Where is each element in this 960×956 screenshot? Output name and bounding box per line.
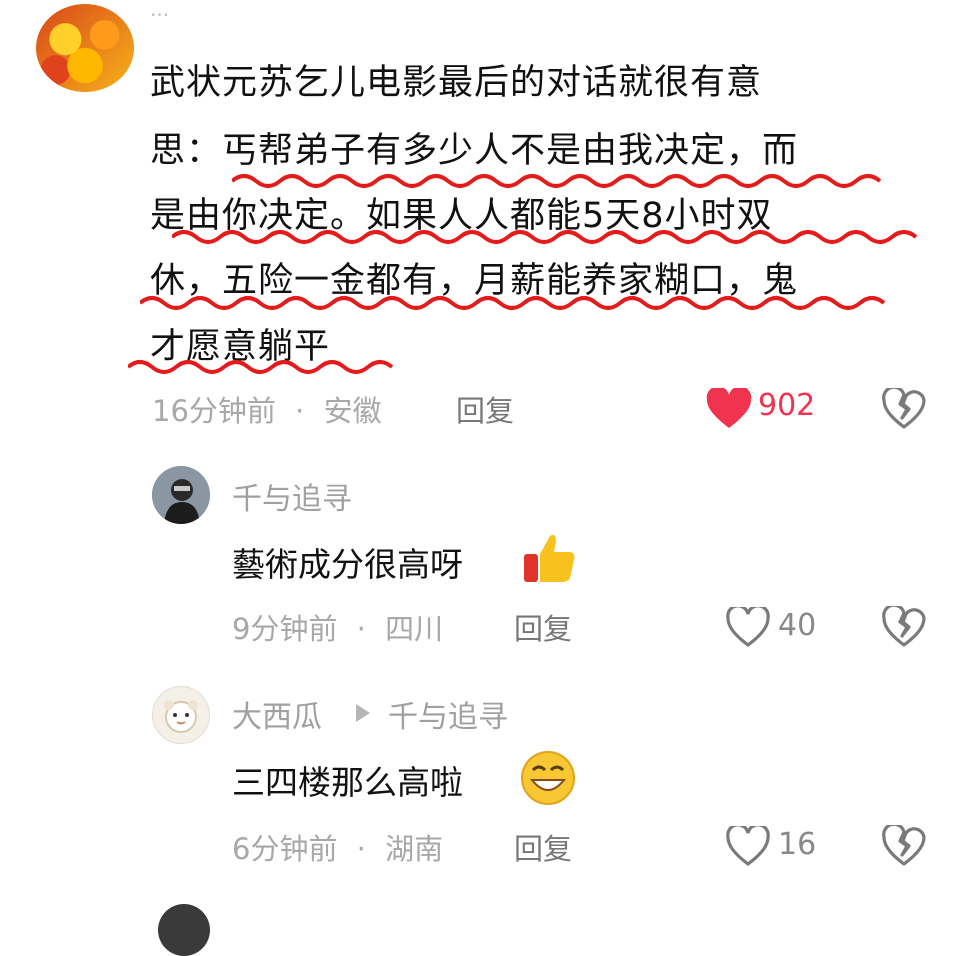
reply-avatar[interactable] bbox=[152, 466, 210, 524]
like-count: 902 bbox=[758, 388, 816, 423]
reply-avatar[interactable] bbox=[158, 904, 210, 956]
wavy-underline bbox=[172, 230, 918, 244]
dislike-broken-heart-icon[interactable] bbox=[882, 606, 926, 648]
like-count: 16 bbox=[778, 827, 817, 862]
comment-location: 安徽 bbox=[323, 394, 382, 428]
dislike-broken-heart-icon[interactable] bbox=[882, 825, 926, 867]
reply-button[interactable]: 回复 bbox=[514, 606, 572, 648]
dislike-broken-heart-icon[interactable] bbox=[882, 388, 926, 430]
wavy-underline bbox=[128, 360, 394, 374]
reply-button[interactable]: 回复 bbox=[456, 388, 514, 430]
reply-arrow-icon bbox=[354, 702, 372, 724]
meta-separator: · bbox=[356, 832, 366, 866]
thumbs-up-icon bbox=[520, 530, 578, 586]
comment-line: 武状元苏乞儿电影最后的对话就很有意 bbox=[150, 63, 763, 103]
reply-author[interactable]: 大西瓜 bbox=[232, 692, 322, 736]
heart-filled-icon[interactable] bbox=[706, 388, 752, 430]
main-comment-meta: 16分钟前 · 安徽 bbox=[152, 388, 382, 430]
comment-time: 6分钟前 bbox=[232, 832, 338, 866]
meta-separator: · bbox=[356, 612, 366, 646]
comment-location: 湖南 bbox=[385, 832, 444, 866]
heart-outline-icon[interactable] bbox=[726, 826, 770, 866]
reply-text: 三四楼那么高啦 bbox=[232, 763, 463, 802]
reply-avatar[interactable] bbox=[152, 686, 210, 744]
like-count: 40 bbox=[778, 608, 817, 643]
reply-author[interactable]: 千与追寻 bbox=[232, 474, 352, 518]
comment-location: 四川 bbox=[385, 612, 444, 646]
meta-separator: · bbox=[295, 394, 305, 428]
reply-button[interactable]: 回复 bbox=[514, 826, 572, 868]
wavy-underline bbox=[140, 296, 886, 310]
comment-time: 16分钟前 bbox=[152, 394, 276, 428]
reply-to-name[interactable]: 千与追寻 bbox=[388, 692, 508, 736]
wavy-underline bbox=[232, 174, 882, 188]
reply-meta: 6分钟前 · 湖南 bbox=[232, 826, 443, 868]
grinning-face-icon bbox=[518, 748, 578, 806]
reply-meta: 9分钟前 · 四川 bbox=[232, 606, 443, 648]
comment-time: 9分钟前 bbox=[232, 612, 338, 646]
reply-text: 藝術成分很高呀 bbox=[232, 545, 463, 584]
main-comment-author[interactable]: ... bbox=[150, 2, 190, 16]
main-comment-avatar[interactable] bbox=[36, 4, 134, 92]
heart-outline-icon[interactable] bbox=[726, 607, 770, 647]
